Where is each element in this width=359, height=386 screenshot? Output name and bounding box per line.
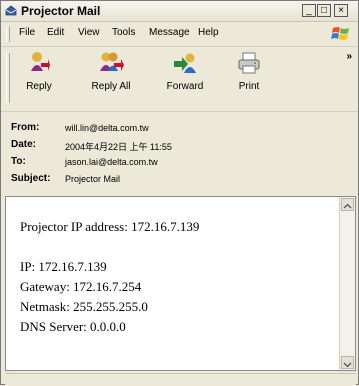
forward-label: Forward (166, 81, 204, 92)
scroll-down-button[interactable] (341, 356, 354, 369)
menu-tools[interactable]: Tools (112, 27, 135, 38)
from-label: From: (11, 122, 40, 133)
date-value: 2004年4月22日 上午 11:55 (65, 142, 172, 152)
print-label: Print (238, 81, 260, 92)
menu-view[interactable]: View (78, 27, 100, 38)
to-value: jason.lai@delta.com.tw (65, 157, 158, 167)
reply-icon (31, 52, 50, 71)
menubar-grip[interactable] (6, 26, 10, 42)
mail-window: Projector Mail _ □ × File Edit View Tool… (0, 0, 359, 386)
reply-label: Reply (26, 81, 52, 92)
maximize-button[interactable]: □ (317, 4, 331, 17)
message-body[interactable]: Projector IP address: 172.16.7.139 IP: 1… (5, 196, 356, 371)
menu-help[interactable]: Help (198, 27, 219, 38)
reply-all-label: Reply All (91, 81, 131, 92)
body-line-ip: IP: 172.16.7.139 (20, 259, 107, 274)
toolbar-overflow-chevron[interactable]: » (346, 51, 352, 62)
menu-edit[interactable]: Edit (47, 27, 64, 38)
message-headers: From: will.lin@delta.com.tw Date: 2004年4… (1, 112, 358, 200)
body-line-dns: DNS Server: 0.0.0.0 (20, 319, 126, 334)
menu-bar: File Edit View Tools Message Help (1, 22, 358, 47)
close-button[interactable]: × (334, 4, 348, 17)
scroll-up-button[interactable] (341, 198, 354, 211)
body-line-ip-address: Projector IP address: 172.16.7.139 (20, 219, 200, 234)
vertical-scrollbar[interactable] (339, 197, 355, 370)
body-line-gateway: Gateway: 172.16.7.254 (20, 279, 142, 294)
subject-value: Projector Mail (65, 174, 121, 184)
reply-button[interactable]: Reply (17, 51, 61, 92)
reply-all-icon (100, 52, 124, 71)
minimize-button[interactable]: _ (302, 4, 316, 17)
reply-all-button[interactable]: Reply All (83, 51, 139, 92)
printer-icon (238, 52, 260, 74)
envelope-icon (5, 5, 17, 16)
status-bar (5, 373, 356, 386)
date-label: Date: (11, 139, 37, 150)
toolbar-grip[interactable] (6, 53, 10, 103)
chevron-up-icon (343, 203, 352, 209)
print-button[interactable]: Print (231, 51, 267, 92)
menu-message[interactable]: Message (149, 27, 190, 38)
menu-file[interactable]: File (19, 27, 35, 38)
chevron-down-icon (343, 362, 352, 368)
forward-icon (174, 53, 196, 73)
from-value: will.lin@delta.com.tw (65, 123, 149, 133)
body-line-netmask: Netmask: 255.255.255.0 (20, 299, 148, 314)
windows-logo-icon (331, 27, 349, 40)
toolbar: Reply Reply All Forward Print » (1, 47, 358, 112)
window-title: Projector Mail (21, 4, 101, 18)
subject-label: Subject: (11, 173, 51, 184)
to-label: To: (11, 156, 26, 167)
forward-button[interactable]: Forward (159, 51, 211, 92)
title-bar: Projector Mail _ □ × (1, 1, 358, 22)
